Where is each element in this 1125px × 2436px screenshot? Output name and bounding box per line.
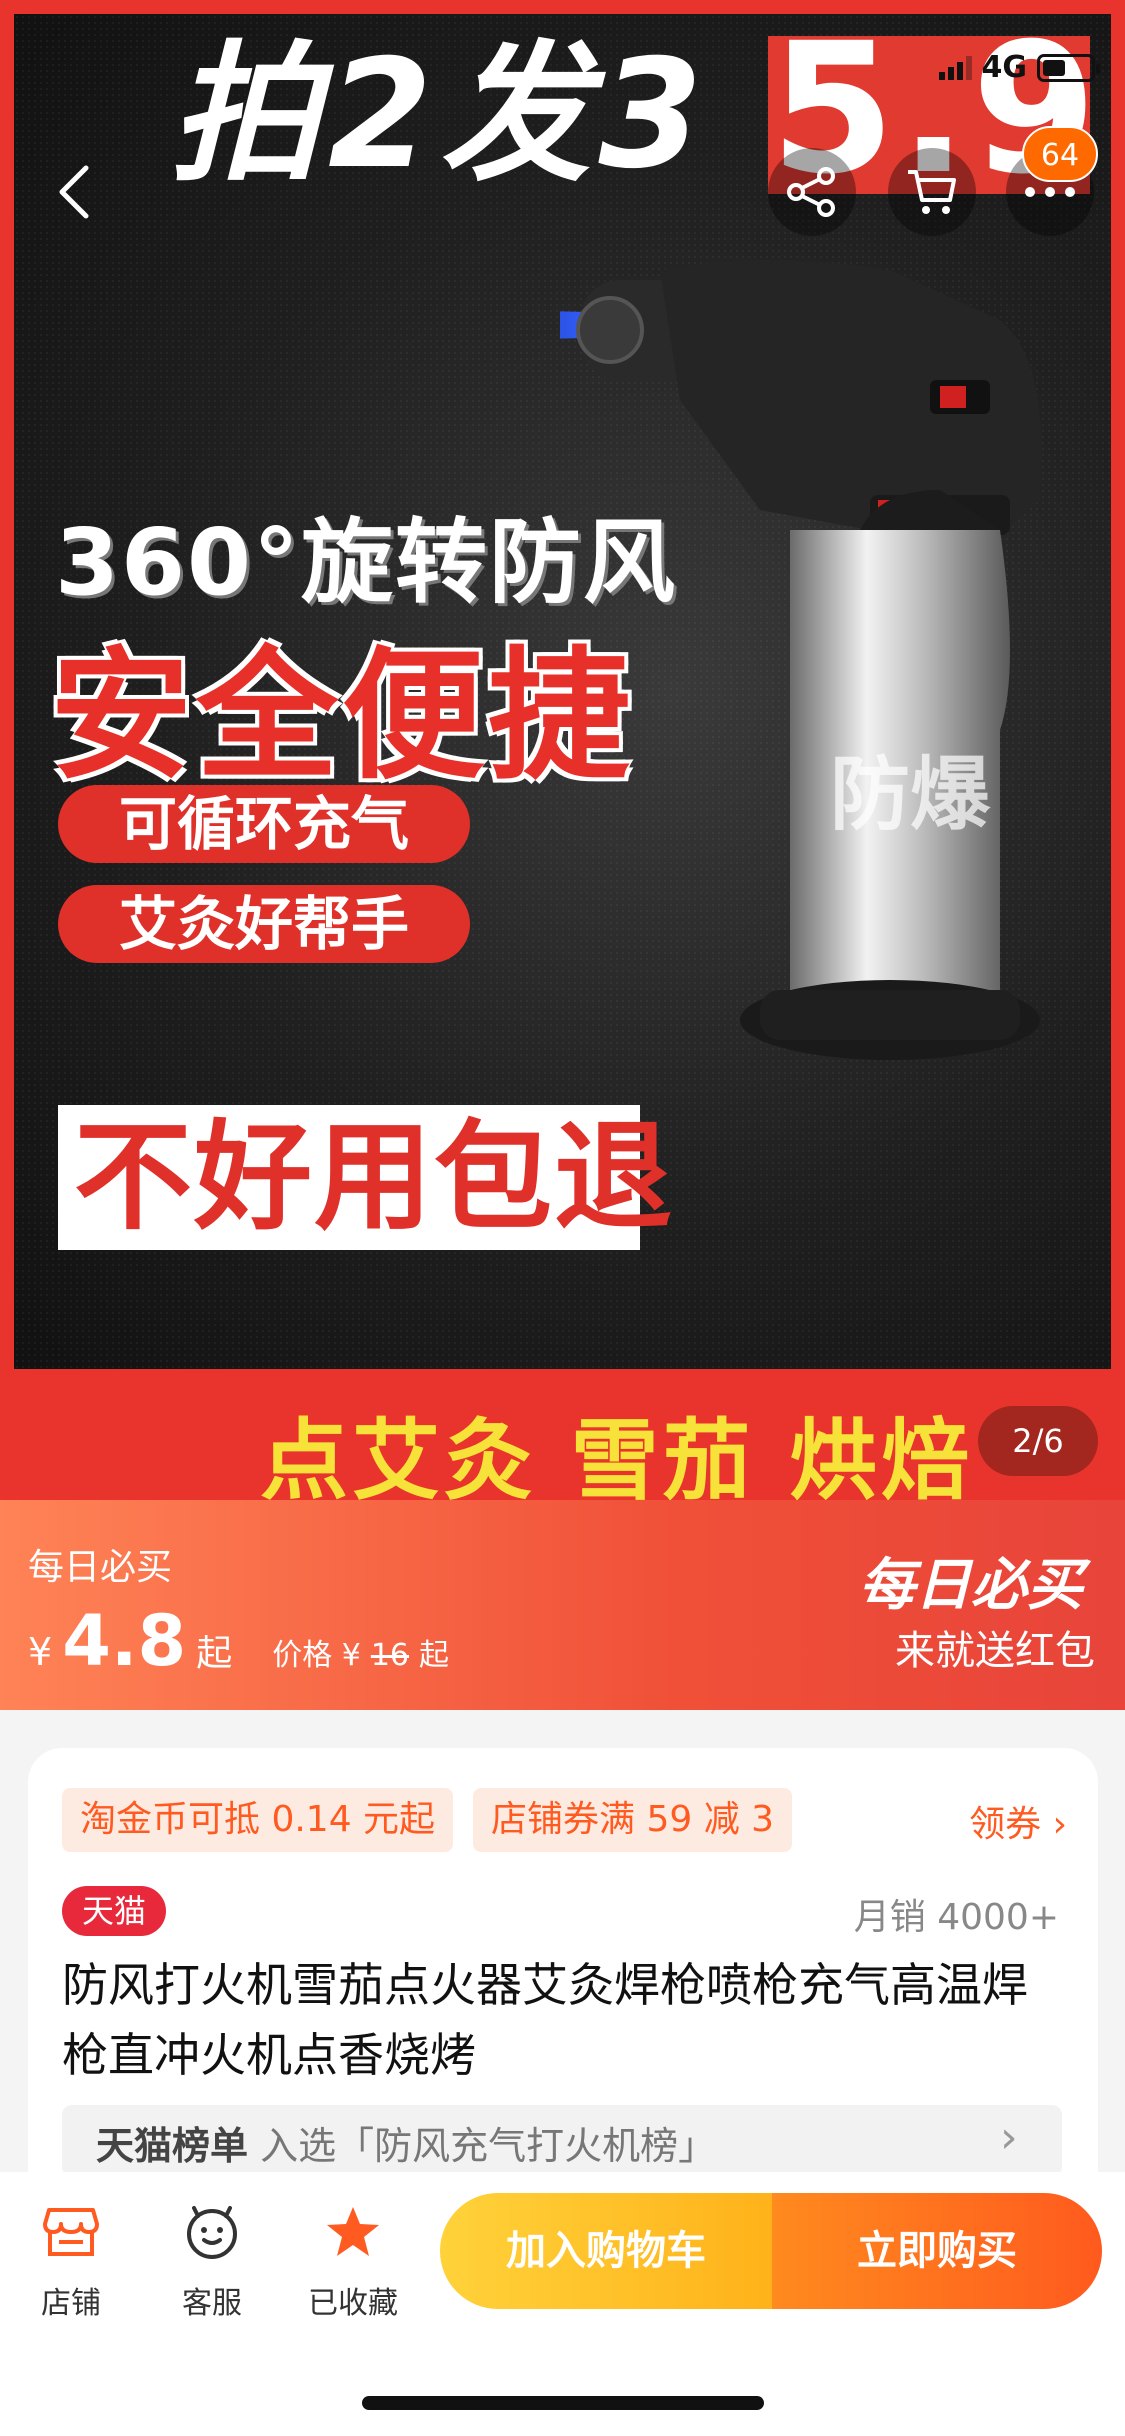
feature-pill-moxibustion: 艾灸好帮手 [58, 885, 470, 963]
price-suffix: 起 [196, 1633, 233, 1674]
red-packet-text: 来就送红包 [895, 1628, 1095, 1674]
store-coupon-chip[interactable]: 店铺券满 59 减 3 [473, 1788, 793, 1852]
chevron-right-icon: › [1000, 2112, 1018, 2163]
original-price-label: 价格 ¥ [272, 1638, 361, 1673]
tmall-badge: 天猫 [62, 1886, 166, 1936]
share-button[interactable] [768, 148, 856, 236]
home-indicator[interactable] [362, 2396, 764, 2410]
cart-icon [908, 170, 956, 214]
shop-label: 店铺 [41, 2286, 101, 2321]
buy-now-button[interactable]: 立即购买 [772, 2193, 1102, 2309]
daily-deal-logo: 每日必买 [859, 1553, 1083, 1618]
torch-illustration [560, 260, 1042, 1060]
daily-deal-label: 每日必买 [28, 1547, 173, 1588]
shop-button[interactable]: 店铺 [16, 2200, 126, 2322]
back-button[interactable] [30, 148, 118, 236]
coin-discount-chip[interactable]: 淘金币可抵 0.14 元起 [62, 1788, 454, 1852]
monthly-sales: 月销 4000+ [853, 1897, 1059, 1938]
cart-button[interactable] [888, 148, 976, 236]
currency-symbol: ¥ [28, 1630, 53, 1674]
image-page-indicator: 2/6 [978, 1406, 1098, 1476]
ranking-label: 天猫榜单 [96, 2124, 249, 2168]
hero-headline: 拍2发3 [170, 28, 711, 202]
refund-text: 不好用包退 [74, 1108, 675, 1246]
more-dots-icon [1025, 187, 1075, 197]
chevron-left-icon [59, 165, 89, 219]
status-bar: 4G [938, 50, 1100, 85]
signal-icon [938, 55, 972, 80]
usage-tagline: 点艾灸 雪茄 烘焙 [260, 1409, 974, 1500]
original-price: 16 [370, 1638, 410, 1673]
explosion-proof-watermark: 防爆 [830, 748, 990, 841]
add-to-cart-button[interactable]: 加入购物车 [440, 2193, 772, 2309]
service-label: 客服 [182, 2286, 242, 2321]
network-type: 4G [981, 50, 1028, 85]
deal-price: ¥ 4.8 起 价格 ¥ 16 起 [28, 1600, 449, 1682]
ranking-selection: 入选「防风充气打火机榜」 [248, 2124, 717, 2168]
favorited-label: 已收藏 [308, 2286, 398, 2321]
get-coupon-link[interactable]: 领券 › [969, 1795, 1067, 1847]
original-price-suffix: 起 [419, 1638, 450, 1673]
feature-pill-refillable: 可循环充气 [58, 785, 470, 863]
product-detail-page: 拍2发3 5.9 360°旋转防风 安全便捷 可循环充气 艾灸好帮手 防爆 不好… [0, 0, 1125, 2436]
ranking-text: 天猫榜单 入选「防风充气打火机榜」 [96, 2115, 716, 2170]
cart-count-badge: 64 [1022, 126, 1098, 182]
price-amount: 4.8 [62, 1600, 187, 1682]
product-title: 防风打火机雪茄点火器艾灸焊枪喷枪充气高温焊枪直冲火机点香烧烤 [62, 1958, 1028, 2082]
store-icon [16, 2200, 126, 2264]
battery-icon [1037, 53, 1100, 82]
feature-safe: 安全便捷 [50, 634, 634, 799]
favorite-button[interactable]: 已收藏 [298, 2200, 408, 2322]
share-icon [787, 167, 835, 217]
customer-service-button[interactable]: 客服 [157, 2200, 267, 2322]
star-icon [298, 2200, 408, 2264]
service-face-icon [157, 2200, 267, 2264]
